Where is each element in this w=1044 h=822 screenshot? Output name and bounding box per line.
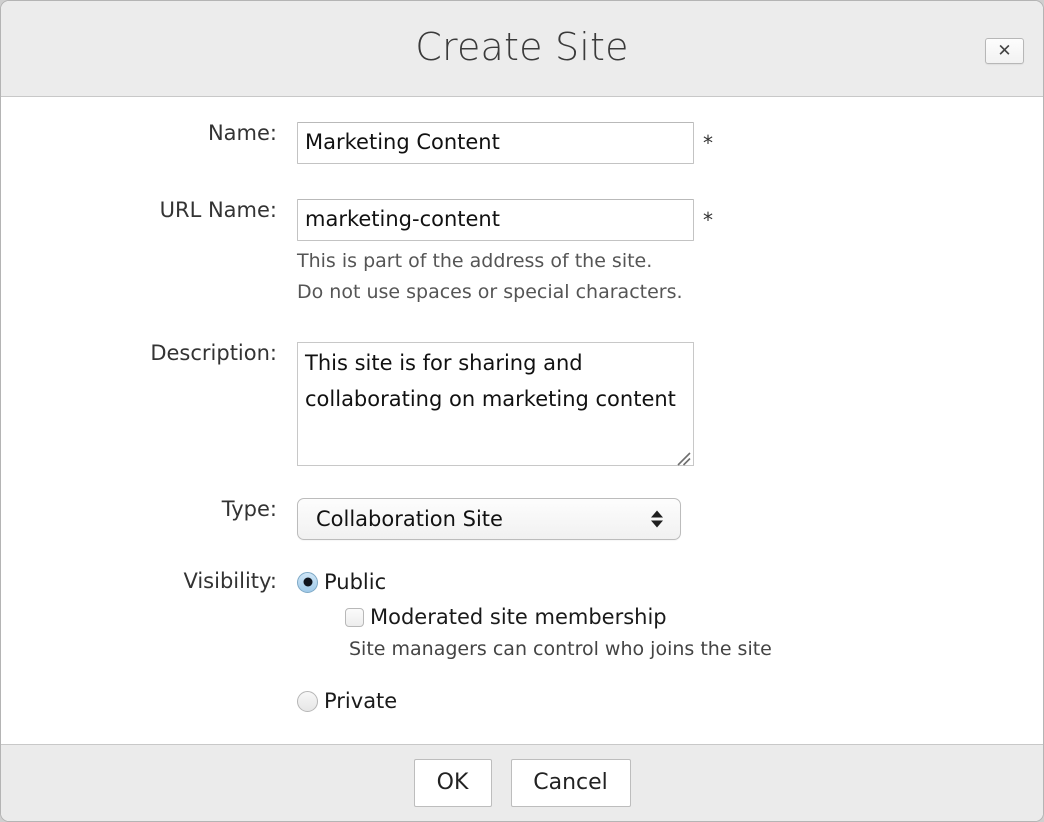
description-control: This site is for sharing and collaborati… xyxy=(297,342,694,470)
radio-private-icon[interactable] xyxy=(297,690,318,712)
visibility-control: Public Moderated site membership Site ma… xyxy=(297,570,772,713)
radio-private-label[interactable]: Private xyxy=(324,689,397,713)
checkbox-moderated-membership-label[interactable]: Moderated site membership xyxy=(370,605,667,629)
description-label: Description: xyxy=(150,341,277,365)
dialog-title: Create Site xyxy=(415,24,629,69)
stepper-arrows-icon xyxy=(651,510,663,528)
url-name-control: * This is part of the address of the sit… xyxy=(297,199,713,306)
dialog-header: Create Site ✕ xyxy=(1,1,1043,97)
cancel-button[interactable]: Cancel xyxy=(510,759,631,807)
url-name-hint-line-1: This is part of the address of the site. xyxy=(297,250,653,272)
name-required-marker: * xyxy=(703,131,713,155)
description-textarea[interactable]: This site is for sharing and collaborati… xyxy=(297,342,694,466)
checkbox-moderated-membership-icon[interactable] xyxy=(345,607,364,627)
url-name-input[interactable] xyxy=(297,199,694,241)
visibility-option-private[interactable]: Private xyxy=(297,689,772,713)
moderated-membership-option[interactable]: Moderated site membership xyxy=(345,605,772,629)
field-row-type: Type: Collaboration Site xyxy=(1,497,681,540)
visibility-label: Visibility: xyxy=(183,569,277,593)
create-site-dialog: Create Site ✕ Name: * URL Name: * This i… xyxy=(0,0,1044,822)
dialog-body: Name: * URL Name: * This is part of the … xyxy=(1,97,1043,744)
type-label: Type: xyxy=(221,497,277,521)
type-control: Collaboration Site xyxy=(297,498,681,540)
url-name-label: URL Name: xyxy=(159,198,277,222)
visibility-option-public[interactable]: Public xyxy=(297,570,772,594)
url-name-required-marker: * xyxy=(703,208,713,232)
dialog-footer: OK Cancel xyxy=(1,744,1043,821)
type-selected-value: Collaboration Site xyxy=(316,507,503,531)
moderated-membership-hint: Site managers can control who joins the … xyxy=(349,638,772,660)
name-label: Name: xyxy=(207,121,277,145)
radio-public-icon[interactable] xyxy=(297,571,318,593)
field-row-name: Name: * xyxy=(1,121,713,164)
type-select[interactable]: Collaboration Site xyxy=(297,498,681,540)
field-row-description: Description: This site is for sharing an… xyxy=(1,341,694,470)
name-control: * xyxy=(297,122,713,164)
name-input[interactable] xyxy=(297,122,694,164)
field-row-visibility: Visibility: Public Moderated site member… xyxy=(1,569,772,713)
ok-button[interactable]: OK xyxy=(413,759,492,807)
radio-public-label[interactable]: Public xyxy=(324,570,386,594)
close-button[interactable]: ✕ xyxy=(985,38,1024,64)
field-row-url-name: URL Name: * This is part of the address … xyxy=(1,198,713,306)
url-name-hint-line-2: Do not use spaces or special characters. xyxy=(297,280,683,303)
close-icon: ✕ xyxy=(997,40,1012,61)
